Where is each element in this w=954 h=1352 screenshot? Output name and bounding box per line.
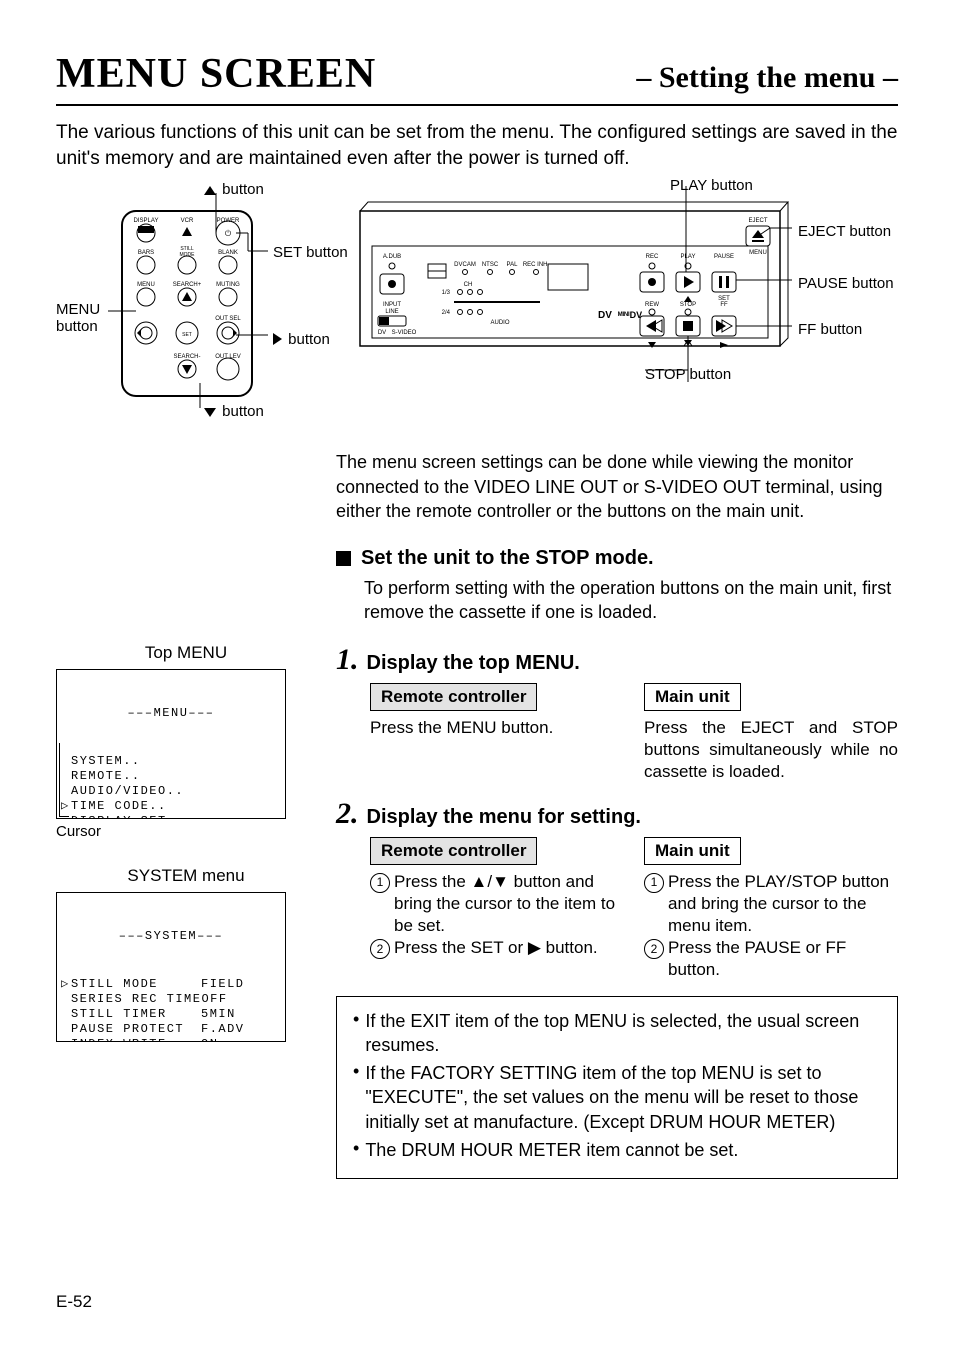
svg-text:STOP: STOP bbox=[680, 302, 696, 308]
remote-diagram: button SET button MENUbutton button butt… bbox=[56, 181, 326, 426]
svg-text:SEARCH+: SEARCH+ bbox=[173, 282, 202, 288]
front-panel-svg: A.DUB INPUT LINE DV S-VIDEO DVCAM NTSC PA… bbox=[350, 186, 795, 386]
svg-text:DVCAM: DVCAM bbox=[454, 262, 476, 268]
system-menu-title: SYSTEM menu bbox=[56, 866, 316, 886]
svg-text:NTSC: NTSC bbox=[482, 262, 499, 268]
svg-text:MUTING: MUTING bbox=[216, 282, 240, 288]
remote-controller-label-2: Remote controller bbox=[370, 837, 537, 865]
note-1: If the EXIT item of the top MENU is sele… bbox=[365, 1009, 881, 1058]
step-1-main-body: Press the EJECT and STOP buttons simulta… bbox=[644, 717, 898, 783]
svg-text:SEARCH-: SEARCH- bbox=[173, 354, 200, 360]
svg-text:SET: SET bbox=[182, 332, 192, 338]
svg-text:MODE: MODE bbox=[180, 252, 196, 258]
step-2: 2. Display the menu for setting. Remote … bbox=[336, 797, 898, 981]
svg-text:VCR: VCR bbox=[181, 218, 194, 224]
diagrams-row: button SET button MENUbutton button butt… bbox=[56, 181, 898, 426]
svg-text:S-VIDEO: S-VIDEO bbox=[392, 330, 417, 336]
main-unit-label-2: Main unit bbox=[644, 837, 741, 865]
svg-text:DV: DV bbox=[378, 330, 386, 336]
svg-text:A.DUB: A.DUB bbox=[383, 254, 401, 260]
svg-text:BARS: BARS bbox=[138, 250, 154, 256]
stop-mode-heading: Set the unit to the STOP mode. bbox=[361, 547, 654, 570]
svg-text:REC: REC bbox=[646, 254, 659, 260]
svg-text:FF: FF bbox=[720, 302, 728, 308]
step-1-number: 1. bbox=[336, 643, 359, 677]
svg-text:EJECT: EJECT bbox=[748, 218, 767, 224]
svg-text:OUT SEL: OUT SEL bbox=[215, 316, 241, 322]
svg-text:REW: REW bbox=[645, 302, 659, 308]
svg-text:DISPLAY: DISPLAY bbox=[134, 218, 159, 224]
step-2-title: Display the menu for setting. bbox=[367, 806, 641, 829]
cursor-label: Cursor bbox=[56, 823, 316, 840]
osd-column: Top MENU –––MENU––– SYSTEM..REMOTE..AUDI… bbox=[56, 643, 316, 1180]
svg-text:PAL: PAL bbox=[507, 262, 519, 268]
square-bullet-icon bbox=[336, 551, 351, 566]
svg-text:⏻: ⏻ bbox=[225, 229, 232, 238]
svg-text:DV: DV bbox=[598, 310, 612, 321]
step-1: 1. Display the top MENU. Remote controll… bbox=[336, 643, 898, 783]
step-1-remote-body: Press the MENU button. bbox=[370, 717, 624, 739]
system-menu-osd: –––SYSTEM––– ▷STILL MODEFIELDSERIES REC … bbox=[56, 892, 286, 1042]
svg-text:AUDIO: AUDIO bbox=[490, 320, 509, 326]
svg-text:MENU: MENU bbox=[137, 282, 155, 288]
remote-svg: DISPLAY VCR POWER⏻ BARS STILLMODE BLANK … bbox=[108, 193, 288, 408]
step-2-remote-body: 1Press the ▲/▼ button and bring the curs… bbox=[370, 871, 624, 959]
svg-text:OUT LEV: OUT LEV bbox=[215, 354, 241, 360]
svg-text:LINE: LINE bbox=[385, 309, 398, 315]
svg-text:INPUT: INPUT bbox=[383, 302, 401, 308]
eject-button-label: EJECT button bbox=[798, 223, 891, 240]
pause-button-label: PAUSE button bbox=[798, 275, 894, 292]
step-1-title: Display the top MENU. bbox=[367, 652, 580, 675]
top-menu-title: Top MENU bbox=[56, 643, 316, 663]
stop-mode-body: To perform setting with the operation bu… bbox=[364, 576, 898, 625]
step-2-main-body: 1Press the PLAY/STOP button and bring th… bbox=[644, 871, 898, 981]
svg-text:1/3: 1/3 bbox=[442, 290, 451, 296]
svg-text:BLANK: BLANK bbox=[218, 250, 238, 256]
menu-button-label: MENUbutton bbox=[56, 301, 100, 335]
stop-mode-section: Set the unit to the STOP mode. To perfor… bbox=[336, 547, 898, 625]
ff-button-label: FF button bbox=[798, 321, 862, 338]
main-unit-label: Main unit bbox=[644, 683, 741, 711]
note-2: If the FACTORY SETTING item of the top M… bbox=[365, 1061, 881, 1134]
page-subtitle: – Setting the menu – bbox=[636, 61, 898, 95]
connection-note: The menu screen settings can be done whi… bbox=[336, 450, 898, 523]
svg-text:2/4: 2/4 bbox=[442, 310, 451, 316]
svg-text:CH: CH bbox=[464, 282, 473, 288]
intro-text: The various functions of this unit can b… bbox=[56, 120, 898, 171]
svg-text:POWER: POWER bbox=[217, 218, 240, 224]
svg-text:PLAY: PLAY bbox=[681, 254, 696, 260]
front-panel-diagram: PLAY button EJECT button PAUSE button FF… bbox=[350, 181, 890, 401]
remote-controller-label: Remote controller bbox=[370, 683, 537, 711]
svg-text:MENU: MENU bbox=[749, 250, 767, 256]
page-number: E-52 bbox=[56, 1292, 92, 1312]
page-title: MENU SCREEN bbox=[56, 50, 376, 98]
step-2-number: 2. bbox=[336, 797, 359, 831]
note-3: The DRUM HOUR METER item cannot be set. bbox=[365, 1138, 738, 1162]
svg-text:ᴹᴵᴺᴵDV: ᴹᴵᴺᴵDV bbox=[618, 310, 642, 320]
page-header: MENU SCREEN – Setting the menu – bbox=[56, 50, 898, 106]
svg-text:REC INH.: REC INH. bbox=[523, 262, 550, 268]
top-menu-osd: –––MENU––– SYSTEM..REMOTE..AUDIO/VIDEO..… bbox=[56, 669, 286, 819]
svg-text:PAUSE: PAUSE bbox=[714, 254, 734, 260]
notes-box: If the EXIT item of the top MENU is sele… bbox=[336, 996, 898, 1180]
